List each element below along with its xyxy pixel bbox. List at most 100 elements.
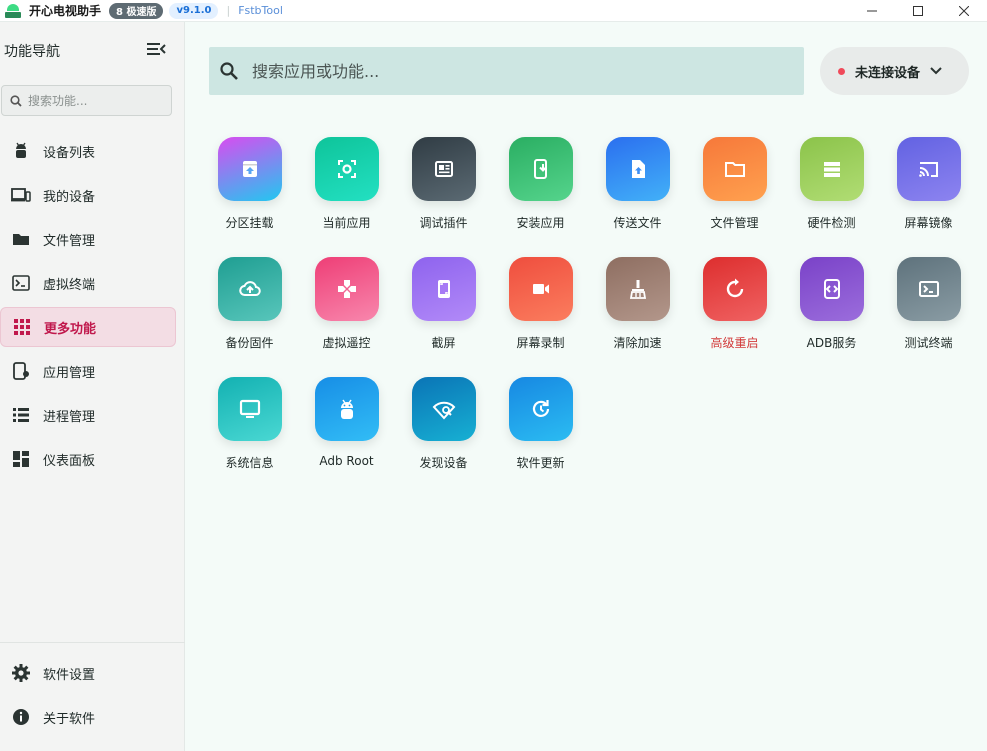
main-search[interactable] bbox=[209, 47, 804, 95]
feature-tile[interactable]: 硬件检测 bbox=[783, 133, 880, 236]
sidebar-item-virtual-terminal[interactable]: 虚拟终端 bbox=[0, 263, 185, 303]
feature-tile[interactable]: 安装应用 bbox=[492, 133, 589, 236]
feature-tile-label: 传送文件 bbox=[613, 216, 662, 230]
collapse-menu-button[interactable] bbox=[146, 41, 166, 61]
feature-tile[interactable]: 高级重启 bbox=[686, 253, 783, 356]
devices-icon bbox=[11, 185, 31, 205]
folder-icon bbox=[702, 137, 767, 201]
adb-service-icon bbox=[799, 257, 864, 321]
feature-tile-label: 调试插件 bbox=[419, 216, 468, 230]
feature-tile[interactable]: 截屏 bbox=[395, 253, 492, 356]
feature-tile-label: ADB服务 bbox=[806, 336, 857, 350]
feature-tile[interactable]: 虚拟遥控 bbox=[298, 253, 395, 356]
sidebar-title: 功能导航 bbox=[4, 44, 60, 60]
android-logo-icon bbox=[5, 3, 21, 18]
feature-grid: 分区挂载 当前应用 调试插件 安装应用 传送文件 文件管理 硬件检测 屏幕镜像备份固件 虚拟遥控… bbox=[201, 133, 977, 476]
feature-tile[interactable]: 调试插件 bbox=[395, 133, 492, 236]
upload-file-icon bbox=[605, 137, 670, 201]
device-status-button[interactable]: 未连接设备 bbox=[820, 47, 969, 95]
feature-tile[interactable]: Adb Root bbox=[298, 373, 395, 476]
edition-badge: 8 极速版 bbox=[109, 2, 164, 19]
sidebar-item-label: 更多功能 bbox=[44, 321, 97, 337]
feature-tile-label: 安装应用 bbox=[516, 216, 565, 230]
feature-tile-label: 测试终端 bbox=[904, 336, 953, 350]
feature-tile[interactable]: ADB服务 bbox=[783, 253, 880, 356]
sidebar-item-label: 我的设备 bbox=[43, 189, 96, 205]
sidebar-bottom-nav: 软件设置 关于软件 bbox=[0, 642, 185, 741]
feature-tile-label: 系统信息 bbox=[225, 456, 274, 470]
sidebar-item-device-list[interactable]: 设备列表 bbox=[0, 131, 185, 171]
feature-tile-label: 高级重启 bbox=[710, 336, 759, 350]
sidebar-item-process-manager[interactable]: 进程管理 bbox=[0, 395, 185, 435]
feature-tile[interactable]: 当前应用 bbox=[298, 133, 395, 236]
sidebar-item-label: 软件设置 bbox=[43, 667, 96, 683]
feature-tile-label: 分区挂载 bbox=[225, 216, 274, 230]
sidebar-item-settings[interactable]: 软件设置 bbox=[0, 653, 185, 693]
maximize-button[interactable] bbox=[895, 0, 941, 22]
feature-tile[interactable]: 传送文件 bbox=[589, 133, 686, 236]
feature-tile-label: 备份固件 bbox=[225, 336, 274, 350]
gear-icon bbox=[11, 663, 31, 683]
restart-icon bbox=[702, 257, 767, 321]
close-icon bbox=[959, 6, 969, 16]
terminal-icon bbox=[11, 273, 31, 293]
folder-icon bbox=[11, 229, 31, 249]
feature-tile-label: 当前应用 bbox=[322, 216, 371, 230]
android-icon bbox=[314, 377, 379, 441]
list-icon bbox=[11, 405, 31, 425]
install-app-icon bbox=[508, 137, 573, 201]
feature-tile[interactable]: 备份固件 bbox=[201, 253, 298, 356]
minimize-button[interactable] bbox=[849, 0, 895, 22]
partition-mount-icon bbox=[217, 137, 282, 201]
feature-tile-label: 屏幕录制 bbox=[516, 336, 565, 350]
app-title: 开心电视助手 bbox=[29, 4, 102, 18]
feature-tile-label: 虚拟遥控 bbox=[322, 336, 371, 350]
feature-tile-label: 屏幕镜像 bbox=[904, 216, 953, 230]
sidebar-item-dashboard[interactable]: 仪表面板 bbox=[0, 439, 185, 479]
sidebar-item-about[interactable]: 关于软件 bbox=[0, 697, 185, 737]
sidebar: 功能导航 设备列表 我的设备 bbox=[0, 22, 185, 751]
cast-icon bbox=[896, 137, 961, 201]
wifi-find-icon bbox=[411, 377, 476, 441]
sidebar-item-more-features[interactable]: 更多功能 bbox=[0, 307, 176, 347]
sidebar-item-label: 应用管理 bbox=[43, 365, 96, 381]
sidebar-item-label: 进程管理 bbox=[43, 409, 96, 425]
sidebar-search[interactable] bbox=[1, 85, 172, 116]
main-search-input[interactable] bbox=[252, 61, 752, 81]
feature-tile[interactable]: 文件管理 bbox=[686, 133, 783, 236]
feature-tile[interactable]: 系统信息 bbox=[201, 373, 298, 476]
close-button[interactable] bbox=[941, 0, 987, 22]
sidebar-item-file-manager[interactable]: 文件管理 bbox=[0, 219, 185, 259]
feature-tile[interactable]: 软件更新 bbox=[492, 373, 589, 476]
title-bar: 开心电视助手 8 极速版 v9.1.0 | FstbTool bbox=[0, 0, 987, 22]
feature-tile[interactable]: 屏幕镜像 bbox=[880, 133, 977, 236]
sidebar-item-my-devices[interactable]: 我的设备 bbox=[0, 175, 185, 215]
sidebar-item-label: 关于软件 bbox=[43, 711, 96, 727]
android-icon bbox=[11, 141, 31, 161]
feature-tile-label: Adb Root bbox=[319, 454, 374, 468]
sidebar-search-input[interactable] bbox=[28, 93, 158, 108]
sidebar-item-label: 设备列表 bbox=[43, 145, 96, 161]
search-icon bbox=[10, 94, 22, 107]
videocam-icon bbox=[508, 257, 573, 321]
version-badge: v9.1.0 bbox=[169, 2, 219, 19]
feature-tile[interactable]: 测试终端 bbox=[880, 253, 977, 356]
feature-tile[interactable]: 屏幕录制 bbox=[492, 253, 589, 356]
feature-tile-label: 清除加速 bbox=[613, 336, 662, 350]
app-manage-icon bbox=[11, 361, 31, 381]
focus-app-icon bbox=[314, 137, 379, 201]
menu-collapse-icon bbox=[147, 43, 166, 55]
feature-tile[interactable]: 发现设备 bbox=[395, 373, 492, 476]
feature-tile-label: 软件更新 bbox=[516, 456, 565, 470]
update-icon bbox=[508, 377, 573, 441]
minimize-icon bbox=[867, 10, 877, 12]
feature-tile[interactable]: 分区挂载 bbox=[201, 133, 298, 236]
sidebar-item-app-manager[interactable]: 应用管理 bbox=[0, 351, 185, 391]
cloud-upload-icon bbox=[217, 257, 282, 321]
sidebar-item-label: 文件管理 bbox=[43, 233, 96, 249]
hardware-icon bbox=[799, 137, 864, 201]
monitor-icon bbox=[217, 377, 282, 441]
feature-tile[interactable]: 清除加速 bbox=[589, 253, 686, 356]
apps-grid-icon bbox=[12, 317, 32, 337]
tool-name: FstbTool bbox=[238, 4, 283, 17]
